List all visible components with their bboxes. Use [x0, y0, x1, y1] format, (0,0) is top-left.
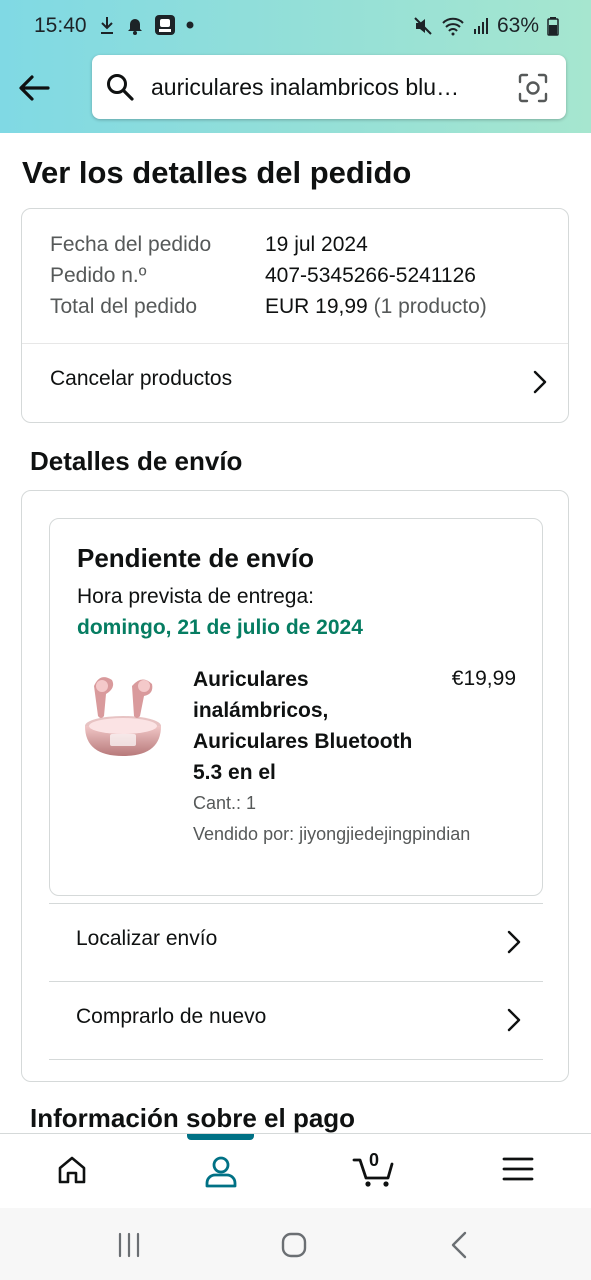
delivery-estimate-label: Hora prevista de entrega:: [77, 585, 314, 608]
bell-icon: [128, 19, 142, 35]
order-number-value: 407-5345266-5241126: [265, 264, 476, 287]
order-date-label: Fecha del pedido: [50, 233, 212, 256]
mute-icon: [414, 17, 432, 35]
track-shipment-link[interactable]: Localizar envío: [49, 903, 543, 981]
cancel-products-link[interactable]: Cancelar productos: [22, 343, 568, 421]
system-nav-bar: [0, 1208, 591, 1280]
signal-icon: [473, 18, 488, 34]
menu-icon: [502, 1157, 534, 1181]
shipment-status: Pendiente de envío: [77, 543, 314, 573]
buy-again-label: Comprarlo de nuevo: [76, 1005, 267, 1028]
shipping-card: Pendiente de envío Hora prevista de entr…: [21, 490, 569, 1082]
tab-cart[interactable]: 0: [328, 1134, 408, 1209]
camera-search-icon[interactable]: [518, 73, 548, 103]
back-button-icon[interactable]: [445, 1230, 475, 1260]
order-date-value: 19 jul 2024: [265, 233, 368, 256]
buy-again-link[interactable]: Comprarlo de nuevo: [49, 981, 543, 1060]
order-total-value: EUR 19,99 (1 producto): [265, 295, 487, 319]
wifi-icon: [442, 17, 464, 36]
divider: [49, 903, 543, 904]
recent-apps-icon[interactable]: [114, 1230, 144, 1260]
page-title: Ver los detalles del pedido: [22, 155, 412, 190]
shipment-box: Pendiente de envío Hora prevista de entr…: [49, 518, 543, 896]
chevron-right-icon: [507, 1008, 521, 1032]
chevron-right-icon: [507, 930, 521, 954]
battery-percent: 63%: [496, 14, 539, 37]
back-arrow-icon[interactable]: [16, 70, 52, 106]
payment-section-title: Información sobre el pago: [30, 1103, 356, 1133]
product-quantity: Cant.: 1: [193, 793, 257, 813]
order-total-label: Total del pedido: [50, 295, 198, 318]
tab-account[interactable]: [180, 1134, 260, 1209]
bottom-tab-bar: 0: [0, 1133, 591, 1208]
tab-menu[interactable]: [478, 1134, 558, 1209]
download-icon: [101, 17, 113, 34]
status-bar: 15:40 63%: [0, 0, 591, 52]
chevron-right-icon: [533, 370, 547, 394]
battery-icon: [547, 17, 559, 36]
product-price: €19,99: [451, 667, 516, 690]
cart-count-badge: 0: [368, 1150, 379, 1170]
track-shipment-label: Localizar envío: [76, 927, 218, 950]
product-image[interactable]: [80, 664, 166, 764]
app-icon: [155, 15, 175, 35]
notification-icons: [98, 14, 194, 36]
search-input[interactable]: auriculares inalambricos blu…: [151, 74, 496, 101]
search-bar[interactable]: auriculares inalambricos blu…: [92, 55, 566, 119]
divider: [49, 1059, 543, 1060]
cancel-products-label: Cancelar productos: [50, 367, 233, 390]
divider: [49, 981, 543, 982]
delivery-estimate-date: domingo, 21 de julio de 2024: [77, 616, 363, 639]
order-number-label: Pedido n.º: [50, 264, 147, 287]
search-icon[interactable]: [106, 73, 134, 101]
shipping-section-title: Detalles de envío: [30, 446, 243, 476]
dot-icon: [186, 21, 194, 29]
home-button-icon[interactable]: [279, 1230, 309, 1260]
account-icon: [205, 1156, 237, 1188]
product-title-link[interactable]: Auriculares inalámbricos, Auriculares Bl…: [193, 664, 423, 788]
header-bar: 15:40 63% auriculares inalambricos blu…: [0, 0, 591, 133]
order-summary-card: Fecha del pedido 19 jul 2024 Pedido n.º …: [21, 208, 569, 423]
tab-home[interactable]: [32, 1134, 112, 1209]
system-icons: 63%: [413, 14, 559, 38]
home-icon: [58, 1156, 86, 1184]
order-total-count: (1 producto): [373, 295, 487, 318]
status-time: 15:40: [34, 14, 87, 37]
product-seller: Vendido por: jiyongjiedejingpindian: [193, 824, 471, 844]
order-total-amount: EUR 19,99: [265, 295, 368, 318]
